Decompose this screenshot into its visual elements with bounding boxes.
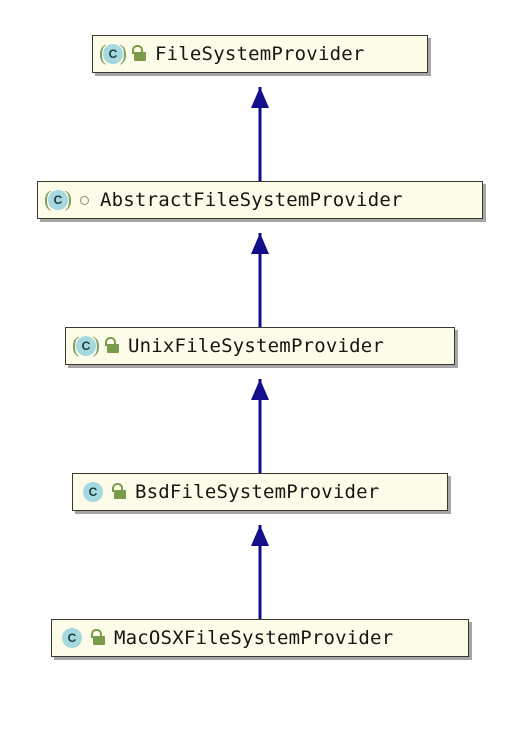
- class-icon: (C): [60, 626, 84, 650]
- class-name-label: AbstractFileSystemProvider: [100, 189, 403, 211]
- package-visibility-icon: [78, 192, 92, 208]
- class-name-label: MacOSXFileSystemProvider: [114, 627, 393, 649]
- class-icon: (C): [74, 334, 98, 358]
- unlock-icon: [133, 46, 147, 62]
- class-node-n2[interactable]: (C) UnixFileSystemProvider: [65, 327, 455, 365]
- class-node-n3[interactable]: (C) BsdFileSystemProvider: [72, 473, 448, 511]
- class-name-label: FileSystemProvider: [155, 43, 365, 65]
- class-node-n4[interactable]: (C) MacOSXFileSystemProvider: [51, 619, 469, 657]
- class-node-n1[interactable]: (C) AbstractFileSystemProvider: [37, 181, 483, 219]
- class-name-label: BsdFileSystemProvider: [135, 481, 379, 503]
- class-icon: (C): [101, 42, 125, 66]
- unlock-icon: [113, 484, 127, 500]
- class-icon: (C): [81, 480, 105, 504]
- unlock-icon: [92, 630, 106, 646]
- class-letter: C: [62, 628, 82, 648]
- class-letter: C: [83, 482, 103, 502]
- class-node-n0[interactable]: (C) FileSystemProvider: [92, 35, 428, 73]
- unlock-icon: [106, 338, 120, 354]
- class-name-label: UnixFileSystemProvider: [128, 335, 384, 357]
- class-icon: (C): [46, 188, 70, 212]
